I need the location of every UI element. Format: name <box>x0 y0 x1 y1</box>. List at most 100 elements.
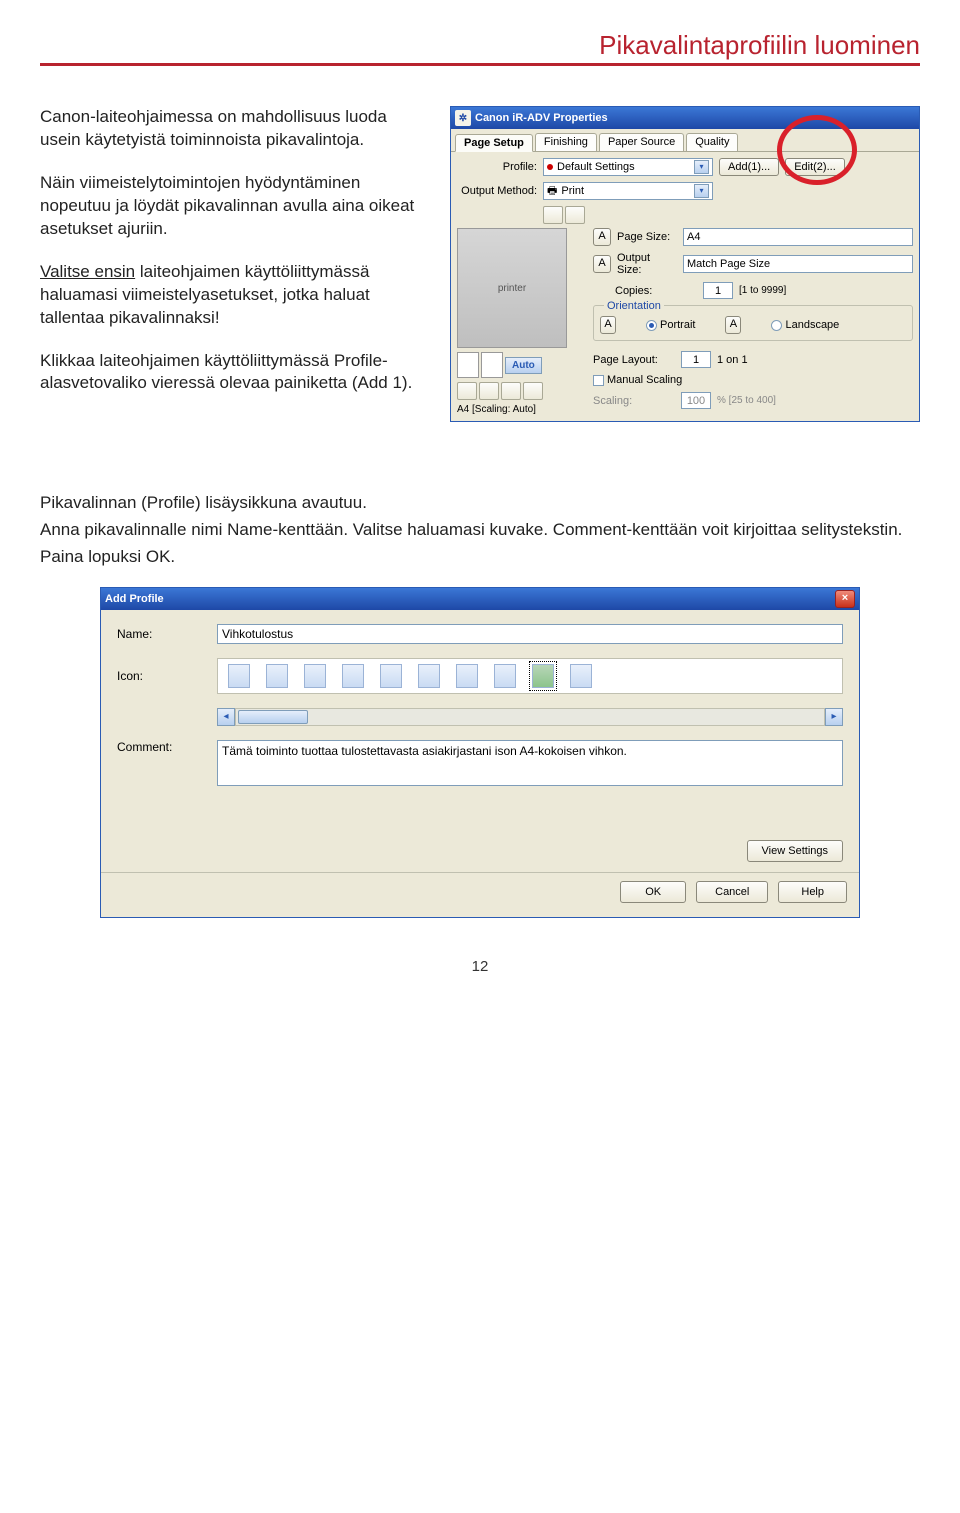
profile-dot-icon <box>547 164 553 170</box>
page-size-value: A4 <box>687 231 700 243</box>
profile-icon[interactable] <box>570 664 592 688</box>
scaling-spinner: 100 <box>681 392 711 409</box>
profile-icon[interactable] <box>380 664 402 688</box>
close-icon[interactable]: × <box>835 590 855 608</box>
add-profile-title: Add Profile <box>105 593 164 605</box>
auto-button[interactable]: Auto <box>505 357 542 374</box>
landscape-label: Landscape <box>785 319 839 331</box>
view-settings-button[interactable]: View Settings <box>747 840 843 862</box>
name-label: Name: <box>117 627 207 641</box>
page-layout-value: 1 on 1 <box>717 354 748 366</box>
mini-icon[interactable] <box>523 382 543 400</box>
edit-profile-button[interactable]: Edit(2)... <box>785 158 845 176</box>
a-badge-icon: A <box>593 228 611 246</box>
cancel-button[interactable]: Cancel <box>696 881 768 903</box>
name-field[interactable] <box>217 624 843 644</box>
ok-button[interactable]: OK <box>620 881 686 903</box>
profile-icon[interactable] <box>266 664 288 688</box>
output-size-value: Match Page Size <box>687 258 770 270</box>
profile-combo[interactable]: Default Settings ▾ <box>543 158 713 176</box>
intro-p4: Klikkaa laiteohjaimen käyttöliittymässä … <box>40 350 432 396</box>
output-method-label: Output Method: <box>457 185 537 197</box>
a-badge-icon: A <box>600 316 616 334</box>
copies-range: [1 to 9999] <box>739 285 786 296</box>
properties-title: Canon iR-ADV Properties <box>475 112 608 124</box>
page-layout-label: Page Layout: <box>593 354 675 366</box>
orientation-title: Orientation <box>604 300 664 312</box>
profile-icon[interactable] <box>456 664 478 688</box>
layout-thumb[interactable] <box>457 352 479 378</box>
profile-icon[interactable] <box>304 664 326 688</box>
mid-p3: Paina lopuksi OK. <box>40 546 920 569</box>
tab-finishing[interactable]: Finishing <box>535 133 597 151</box>
intro-p3-lead: Valitse ensin <box>40 262 135 281</box>
portrait-radio[interactable]: Portrait <box>646 316 695 334</box>
intro-p2: Näin viimeistelytoimintojen hyödyntämine… <box>40 172 432 241</box>
output-method-combo[interactable]: 🖶 Print ▾ <box>543 182 713 200</box>
mini-icon[interactable] <box>479 382 499 400</box>
scaling-label: Scaling: <box>593 395 675 407</box>
printer-icon: 🖶 <box>547 182 557 201</box>
intro-p1: Canon-laiteohjaimessa on mahdollisuus lu… <box>40 106 432 152</box>
a-badge-icon: A <box>725 316 741 334</box>
profile-icon[interactable] <box>342 664 364 688</box>
scroll-left-icon[interactable]: ◂ <box>217 708 235 726</box>
mini-icon[interactable] <box>565 206 585 224</box>
page-number: 12 <box>40 958 920 975</box>
profile-icon-selected[interactable] <box>532 664 554 688</box>
output-method-value: Print <box>561 185 584 197</box>
manual-scaling-label: Manual Scaling <box>607 374 682 386</box>
chevron-down-icon: ▾ <box>694 160 709 174</box>
comment-label: Comment: <box>117 740 207 754</box>
copies-label: Copies: <box>615 285 697 297</box>
add-profile-dialog: Add Profile × Name: Icon: <box>100 587 860 918</box>
mini-icon[interactable] <box>457 382 477 400</box>
icon-picker[interactable] <box>217 658 843 694</box>
profile-icon[interactable] <box>494 664 516 688</box>
output-size-combo[interactable]: Match Page Size <box>683 255 913 273</box>
intro-text: Canon-laiteohjaimessa on mahdollisuus lu… <box>40 106 432 422</box>
properties-titlebar: ✲ Canon iR-ADV Properties <box>451 107 919 129</box>
profile-value: Default Settings <box>557 161 635 173</box>
profile-icon[interactable] <box>228 664 250 688</box>
manual-scaling-check[interactable]: Manual Scaling <box>593 374 682 386</box>
header-rule <box>40 63 920 66</box>
preview-caption: A4 [Scaling: Auto] <box>457 404 587 415</box>
mid-p1: Pikavalinnan (Profile) lisäysikkuna avau… <box>40 492 920 515</box>
output-size-label: Output Size: <box>617 252 677 276</box>
scaling-range: % [25 to 400] <box>717 395 776 406</box>
comment-field[interactable]: Tämä toiminto tuottaa tulostettavasta as… <box>217 740 843 786</box>
page-size-label: Page Size: <box>617 231 677 243</box>
profile-label: Profile: <box>457 161 537 173</box>
a-badge-icon: A <box>593 255 611 273</box>
tab-strip: Page Setup Finishing Paper Source Qualit… <box>451 129 919 151</box>
scrollbar-thumb[interactable] <box>238 710 308 724</box>
mid-p2: Anna pikavalinnalle nimi Name-kenttään. … <box>40 519 920 542</box>
printer-preview: printer <box>457 228 567 348</box>
tab-paper-source[interactable]: Paper Source <box>599 133 684 151</box>
layout-thumb[interactable] <box>481 352 503 378</box>
intro-p3: Valitse ensin laiteohjaimen käyttöliitty… <box>40 261 432 330</box>
page-size-combo[interactable]: A4 <box>683 228 913 246</box>
copies-spinner[interactable]: 1 <box>703 282 733 299</box>
scroll-right-icon[interactable]: ▸ <box>825 708 843 726</box>
page-title: Pikavalintaprofiilin luominen <box>40 30 920 63</box>
add-profile-titlebar: Add Profile × <box>101 588 859 610</box>
icon-label: Icon: <box>117 669 207 683</box>
landscape-radio[interactable]: Landscape <box>771 316 839 334</box>
add-profile-button[interactable]: Add(1)... <box>719 158 779 176</box>
orientation-group: Orientation A Portrait A Landscape <box>593 305 913 341</box>
tab-page-setup[interactable]: Page Setup <box>455 134 533 152</box>
page-layout-spinner[interactable]: 1 <box>681 351 711 368</box>
chevron-down-icon: ▾ <box>694 184 709 198</box>
mid-text: Pikavalinnan (Profile) lisäysikkuna avau… <box>40 492 920 569</box>
portrait-label: Portrait <box>660 319 695 331</box>
mini-icon[interactable] <box>501 382 521 400</box>
profile-icon[interactable] <box>418 664 440 688</box>
help-button[interactable]: Help <box>778 881 847 903</box>
icon-scrollbar[interactable] <box>235 708 825 726</box>
tab-quality[interactable]: Quality <box>686 133 738 151</box>
properties-window: ✲ Canon iR-ADV Properties Page Setup Fin… <box>450 106 920 422</box>
mini-icon[interactable] <box>543 206 563 224</box>
gear-icon: ✲ <box>455 110 471 126</box>
